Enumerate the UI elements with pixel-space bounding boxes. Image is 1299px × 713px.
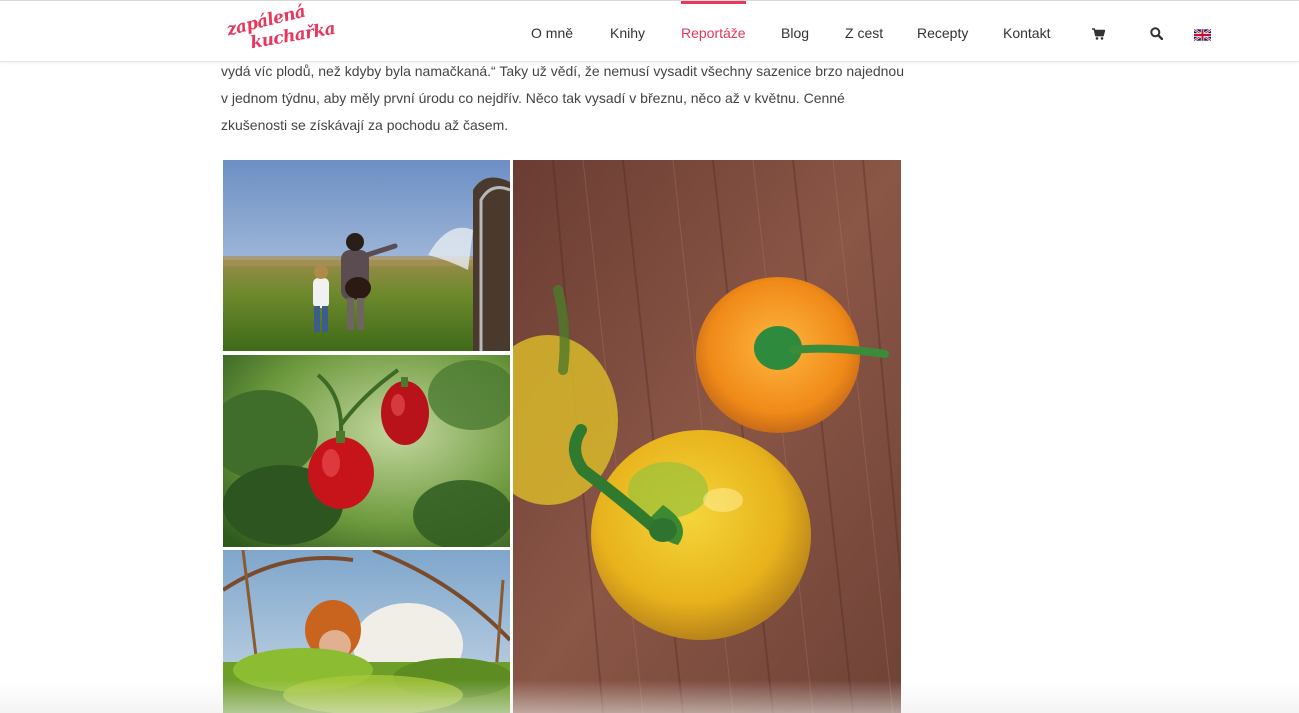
yellow-peppers-photo[interactable] — [513, 160, 901, 713]
search-icon[interactable] — [1150, 27, 1164, 45]
site-logo[interactable]: zapálená kuchařka — [224, 2, 337, 54]
nav-knihy[interactable]: Knihy — [610, 1, 645, 61]
nav-recepty[interactable]: Recepty — [917, 1, 968, 61]
site-header: zapálená kuchařka O mně Knihy Reportáže … — [0, 1, 1299, 62]
article-line-2: v jednom týdnu, aby měly první úrodu co … — [221, 90, 845, 106]
greenhouse-photo[interactable] — [223, 550, 510, 713]
article-line-3: zkušenosti se získávají za pochodu až ča… — [221, 117, 509, 133]
uk-flag-icon[interactable] — [1193, 28, 1212, 46]
article-line-1: vydá víc plodů, než kdyby byla namačkaná… — [221, 63, 904, 79]
field-walk-photo[interactable] — [223, 160, 510, 351]
article-text: vydá víc plodů, než kdyby byla namačkaná… — [221, 58, 911, 139]
nav-o-mne[interactable]: O mně — [531, 1, 573, 61]
nav-kontakt[interactable]: Kontakt — [1003, 1, 1050, 61]
nav-z-cest[interactable]: Z cest — [845, 1, 883, 61]
cart-icon[interactable] — [1092, 27, 1106, 45]
nav-reportaze[interactable]: Reportáže — [681, 1, 746, 61]
red-peppers-photo[interactable] — [223, 355, 510, 547]
nav-blog[interactable]: Blog — [781, 1, 809, 61]
